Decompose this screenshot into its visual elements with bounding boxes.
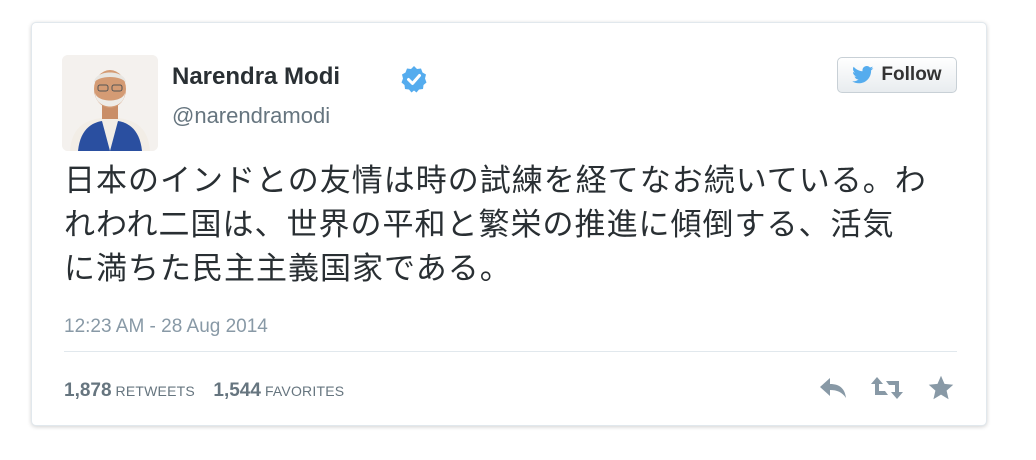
- tweet-line: れわれ二国は、世界の平和と繁栄の推進に傾倒する、活気: [64, 207, 895, 243]
- favorites-label[interactable]: FAVORITES: [265, 383, 344, 399]
- tweet-stats: 1,878 RETWEETS 1,544 FAVORITES: [64, 380, 358, 402]
- verified-badge-icon: [401, 66, 427, 93]
- reply-button[interactable]: [816, 371, 850, 405]
- star-icon: [928, 375, 954, 400]
- divider: [64, 351, 957, 352]
- follow-label: Follow: [881, 64, 942, 85]
- avatar[interactable]: [62, 55, 158, 151]
- twitter-bird-icon: [852, 66, 874, 84]
- retweets-count[interactable]: 1,878: [64, 380, 112, 401]
- follow-button[interactable]: Follow: [837, 57, 957, 93]
- favorite-button[interactable]: [924, 371, 958, 405]
- retweets-label[interactable]: RETWEETS: [116, 383, 195, 399]
- tweet-line: に満ちた民主主義国家である。: [64, 251, 512, 287]
- tweet-line: 日本のインドとの友情は時の試練を経てなお続いている。わ: [64, 163, 927, 199]
- user-handle[interactable]: @narendramodi: [172, 103, 330, 129]
- retweet-icon: [871, 377, 903, 399]
- tweet-timestamp[interactable]: 12:23 AM - 28 Aug 2014: [64, 316, 268, 338]
- user-name[interactable]: Narendra Modi: [172, 63, 340, 91]
- favorites-count[interactable]: 1,544: [213, 380, 261, 401]
- tweet-text: 日本のインドとの友情は時の試練を経てなお続いている。わ れわれ二国は、世界の平和…: [64, 159, 964, 291]
- reply-icon: [820, 378, 846, 398]
- avatar-image: [62, 55, 158, 151]
- tweet-card: Narendra Modi @narendramodi Follow 日本のイン…: [31, 22, 987, 426]
- tweet-actions: [816, 371, 958, 405]
- retweet-button[interactable]: [870, 371, 904, 405]
